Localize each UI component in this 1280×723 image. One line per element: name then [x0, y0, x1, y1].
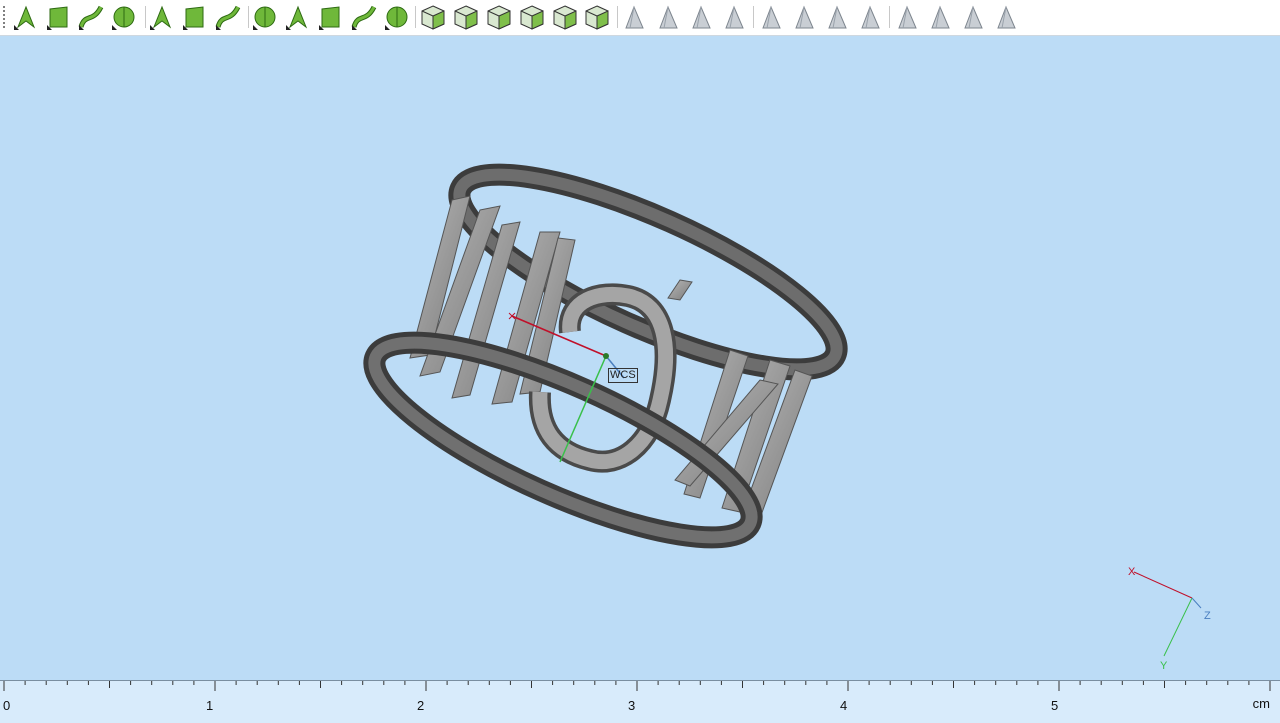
- cube-wire-icon[interactable]: [518, 3, 546, 31]
- ring-model: [363, 163, 1202, 657]
- mesh-copy-icon[interactable]: [823, 3, 851, 31]
- ruler-label-1: 1: [206, 698, 214, 713]
- ruler-label-3: 3: [628, 698, 636, 713]
- mesh-delete-icon[interactable]: [757, 3, 785, 31]
- toolbar-grip[interactable]: [3, 6, 7, 28]
- ruler-label-0: 0: [3, 698, 11, 713]
- mesh-layers-icon[interactable]: [926, 3, 954, 31]
- wcs-label: WCS: [608, 368, 638, 383]
- toolbar-separator: [753, 6, 754, 28]
- toolbar-separator: [415, 6, 416, 28]
- cube-select-icon[interactable]: [419, 3, 447, 31]
- ruler-label-4: 4: [840, 698, 848, 713]
- mesh-paint-icon[interactable]: [720, 3, 748, 31]
- toolbar-separator: [248, 6, 249, 28]
- select-blob-icon[interactable]: [181, 3, 209, 31]
- mesh-fold-icon[interactable]: [687, 3, 715, 31]
- select-point-icon[interactable]: [12, 3, 40, 31]
- mesh-split-icon[interactable]: [790, 3, 818, 31]
- mesh-edge-icon[interactable]: [654, 3, 682, 31]
- mesh-grid-icon[interactable]: [992, 3, 1020, 31]
- mesh-eye-icon[interactable]: [959, 3, 987, 31]
- ruler-label-2: 2: [417, 698, 425, 713]
- cube-solid-icon[interactable]: [551, 3, 579, 31]
- ruler-ticks: [3, 681, 1271, 691]
- ruler-unit: cm: [1252, 696, 1270, 711]
- toolbar-separator: [145, 6, 146, 28]
- select-patch-icon[interactable]: [251, 3, 279, 31]
- orientation-triad: [1133, 571, 1202, 657]
- select-rect-icon[interactable]: [148, 3, 176, 31]
- bottom-ruler: 0 1 2 3 4 5 cm: [0, 680, 1280, 723]
- cube-color-icon[interactable]: [485, 3, 513, 31]
- select-face-icon[interactable]: [45, 3, 73, 31]
- select-path-icon[interactable]: [214, 3, 242, 31]
- ruler-label-5: 5: [1051, 698, 1059, 713]
- triad-y-label: Y: [1160, 660, 1168, 672]
- toolbar-separator: [617, 6, 618, 28]
- cube-face-icon[interactable]: [452, 3, 480, 31]
- cube-green-icon[interactable]: [583, 3, 611, 31]
- select-wheel-icon[interactable]: [350, 3, 378, 31]
- toolbar-separator: [889, 6, 890, 28]
- select-group-icon[interactable]: [284, 3, 312, 31]
- select-curve-icon[interactable]: [77, 3, 105, 31]
- triad-z-label: Z: [1204, 610, 1211, 622]
- select-fan-icon[interactable]: [383, 3, 411, 31]
- 3d-viewport[interactable]: WCS X Z Y: [0, 36, 1280, 680]
- mesh-flat-icon[interactable]: [856, 3, 884, 31]
- select-sphere-icon[interactable]: [110, 3, 138, 31]
- select-cluster-icon[interactable]: [317, 3, 345, 31]
- mesh-select-icon[interactable]: [620, 3, 648, 31]
- top-toolbar: [0, 0, 1280, 36]
- mesh-view-icon[interactable]: [893, 3, 921, 31]
- triad-x-label: X: [1128, 566, 1136, 578]
